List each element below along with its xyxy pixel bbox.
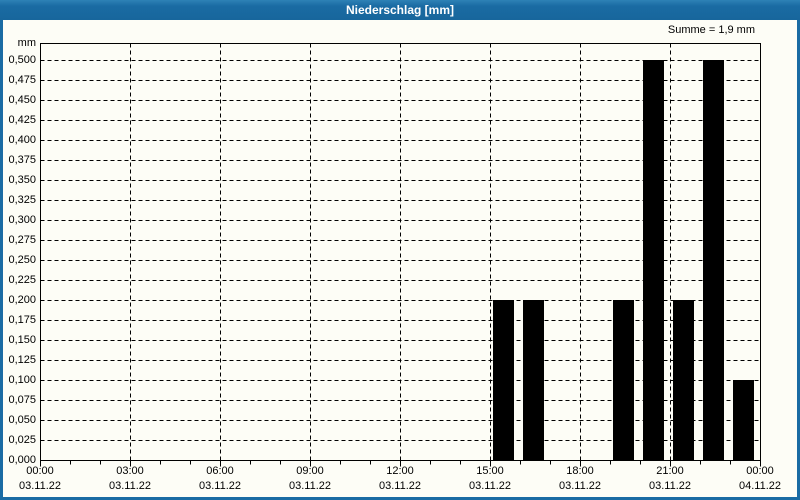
y-tick-label: 0,325 bbox=[8, 194, 36, 206]
x-tick-time-label: 12:00 bbox=[386, 465, 414, 477]
chart-window: Niederschlag [mm] Summe = 1,9 mm mm 0,00… bbox=[0, 0, 800, 500]
precipitation-bar bbox=[643, 60, 664, 460]
precipitation-bar bbox=[493, 300, 514, 460]
y-tick-label: 0,100 bbox=[8, 374, 36, 386]
precipitation-bar bbox=[703, 60, 724, 460]
y-tick-label: 0,250 bbox=[8, 254, 36, 266]
window-title: Niederschlag [mm] bbox=[345, 3, 455, 17]
precipitation-bar bbox=[733, 380, 754, 460]
sum-annotation: Summe = 1,9 mm bbox=[667, 24, 755, 36]
y-axis-unit-label: mm bbox=[17, 37, 36, 49]
x-tick-date-label: 03.11.22 bbox=[468, 480, 511, 492]
x-tick-date-label: 03.11.22 bbox=[648, 480, 691, 492]
y-tick-label: 0,375 bbox=[8, 154, 36, 166]
x-tick-time-label: 15:00 bbox=[476, 465, 504, 477]
x-tick-date-label: 03.11.22 bbox=[288, 480, 331, 492]
y-tick-label: 0,125 bbox=[8, 354, 36, 366]
x-tick-date-label: 03.11.22 bbox=[18, 480, 61, 492]
y-tick-label: 0,400 bbox=[8, 134, 36, 146]
y-tick-label: 0,025 bbox=[8, 434, 36, 446]
y-tick-label: 0,500 bbox=[8, 54, 36, 66]
y-tick-label: 0,300 bbox=[8, 214, 36, 226]
y-tick-label: 0,150 bbox=[8, 334, 36, 346]
plot-canvas bbox=[40, 43, 761, 467]
x-tick-date-label: 03.11.22 bbox=[378, 480, 421, 492]
x-tick-time-label: 09:00 bbox=[296, 465, 324, 477]
x-tick-date-label: 03.11.22 bbox=[198, 480, 241, 492]
chart-area: Summe = 1,9 mm mm 0,000 0,025 0,050 0,075 0,… bbox=[3, 20, 797, 497]
y-tick-label: 0,225 bbox=[8, 274, 36, 286]
x-tick-date-label: 03.11.22 bbox=[558, 480, 601, 492]
y-tick-label: 0,075 bbox=[8, 394, 36, 406]
y-tick-label: 0,475 bbox=[8, 74, 36, 86]
precipitation-bar bbox=[613, 300, 634, 460]
x-tick-date-label: 03.11.22 bbox=[108, 480, 151, 492]
x-tick-time-label: 00:00 bbox=[26, 465, 54, 477]
x-tick-time-label: 00:00 bbox=[746, 465, 774, 477]
x-tick-time-label: 18:00 bbox=[566, 465, 594, 477]
x-tick-time-label: 06:00 bbox=[206, 465, 234, 477]
precipitation-bar bbox=[673, 300, 694, 460]
x-tick-date-label: 04.11.22 bbox=[738, 480, 781, 492]
y-tick-label: 0,200 bbox=[8, 294, 36, 306]
y-tick-label: 0,425 bbox=[8, 114, 36, 126]
y-tick-label: 0,350 bbox=[8, 174, 36, 186]
y-tick-label: 0,275 bbox=[8, 234, 36, 246]
title-bar: Niederschlag [mm] bbox=[0, 0, 800, 20]
y-tick-label: 0,175 bbox=[8, 314, 36, 326]
y-tick-label: 0,050 bbox=[8, 414, 36, 426]
x-tick-time-label: 21:00 bbox=[656, 465, 684, 477]
y-tick-label: 0,450 bbox=[8, 94, 36, 106]
precipitation-bar bbox=[523, 300, 544, 460]
x-tick-time-label: 03:00 bbox=[116, 465, 144, 477]
